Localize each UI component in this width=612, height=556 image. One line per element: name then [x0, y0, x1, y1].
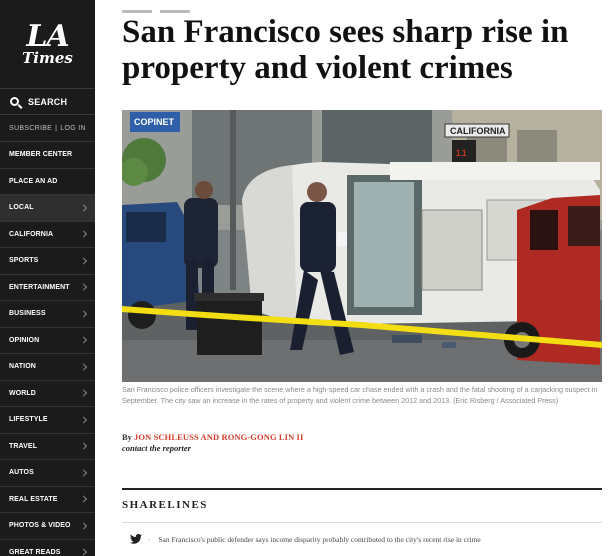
sidebar-item-label: WORLD [9, 389, 36, 397]
sidebar-nav: MEMBER CENTER PLACE AN AD LOCAL CALIFORN… [0, 141, 95, 556]
byline: By JON SCHLEUSS AND RONG-GONG LIN II con… [122, 432, 303, 454]
shareline-divider [122, 522, 602, 523]
sidebar-item-travel[interactable]: TRAVEL [0, 432, 95, 460]
chevron-right-icon [79, 230, 88, 238]
chevron-right-icon [79, 389, 88, 397]
chevron-right-icon [79, 495, 88, 503]
chevron-right-icon [79, 469, 88, 477]
chevron-right-icon [79, 416, 88, 424]
sidebar-item-label: REAL ESTATE [9, 495, 58, 503]
separator: | [55, 124, 58, 132]
byline-authors[interactable]: JON SCHLEUSS AND RONG-GONG LIN II [134, 432, 303, 442]
twitter-icon[interactable] [130, 534, 142, 544]
contact-reporter-link[interactable]: contact the reporter [122, 443, 303, 454]
chevron-right-icon [79, 522, 88, 530]
sidebar-item-label: MEMBER CENTER [9, 151, 73, 159]
sidebar-item-label: CALIFORNIA [9, 230, 54, 238]
sidebar-item-lifestyle[interactable]: LIFESTYLE [0, 406, 95, 433]
chevron-right-icon [79, 257, 88, 265]
sidebar-item-label: LIFESTYLE [9, 416, 48, 424]
sidebar-item-label: SPORTS [9, 257, 39, 265]
crime-scene-photo: COPINET CALIFORNIA 11 [122, 110, 602, 382]
sidebar-item-sports[interactable]: SPORTS [0, 247, 95, 274]
search-label: SEARCH [28, 96, 68, 107]
shareline-item[interactable]: - San Francisco's public defender says i… [130, 534, 600, 544]
subscribe-link[interactable]: SUBSCRIBE [9, 125, 52, 132]
login-link[interactable]: LOG IN [60, 125, 86, 132]
logo-times: Times [22, 49, 73, 68]
account-links: SUBSCRIBE | LOG IN [0, 115, 95, 141]
article-headline: San Francisco sees sharp rise in propert… [122, 14, 569, 86]
sidebar-item-opinion[interactable]: OPINION [0, 326, 95, 354]
chevron-right-icon [79, 336, 88, 344]
sidebar-item-label: PHOTOS & VIDEO [9, 522, 71, 530]
sharelines-divider [122, 488, 602, 490]
sidebar-item-label: BUSINESS [9, 310, 46, 318]
sidebar-item-real-estate[interactable]: REAL ESTATE [0, 485, 95, 513]
photo-caption: San Francisco police officers investigat… [122, 385, 598, 405]
sidebar-item-label: GREAT READS [9, 548, 61, 556]
shareline-dash: - [148, 535, 151, 543]
chevron-right-icon [79, 442, 88, 450]
cut-off-header [122, 0, 262, 13]
sidebar-item-place-an-ad[interactable]: PLACE AN AD [0, 167, 95, 195]
sidebar-item-business[interactable]: BUSINESS [0, 300, 95, 327]
la-times-logo[interactable]: LA Times [0, 0, 95, 88]
sidebar-item-autos[interactable]: AUTOS [0, 459, 95, 486]
chevron-right-icon [79, 204, 88, 212]
chevron-right-icon [79, 283, 88, 291]
sidebar-item-nation[interactable]: NATION [0, 353, 95, 380]
sharelines-heading: SHARELINES [122, 499, 208, 511]
logo-la: LA [26, 18, 69, 54]
sidebar-item-photos-video[interactable]: PHOTOS & VIDEO [0, 512, 95, 539]
svg-text:11: 11 [455, 149, 467, 160]
sidebar-item-label: AUTOS [9, 469, 34, 477]
sidebar-item-label: ENTERTAINMENT [9, 283, 70, 291]
article-photo[interactable]: COPINET CALIFORNIA 11 [122, 110, 602, 382]
sidebar-item-local[interactable]: LOCAL [0, 194, 95, 221]
sidebar-item-great-reads[interactable]: GREAT READS [0, 538, 95, 556]
byline-prefix: By [122, 432, 132, 442]
sidebar-item-world[interactable]: WORLD [0, 379, 95, 407]
sidebar-item-entertainment[interactable]: ENTERTAINMENT [0, 273, 95, 301]
sidebar-item-california[interactable]: CALIFORNIA [0, 220, 95, 248]
search-icon [10, 97, 19, 106]
sidebar: LA Times SEARCH SUBSCRIBE | LOG IN MEMBE… [0, 0, 95, 556]
street-sign: CALIFORNIA [450, 126, 506, 136]
sidebar-item-label: NATION [9, 363, 36, 371]
shareline-text: San Francisco's public defender says inc… [158, 534, 481, 544]
search-button[interactable]: SEARCH [0, 88, 95, 115]
sidebar-item-label: OPINION [9, 336, 40, 344]
chevron-right-icon [79, 363, 88, 371]
sidebar-item-label: TRAVEL [9, 442, 38, 450]
store-sign: COPINET [134, 117, 175, 127]
chevron-right-icon [79, 548, 88, 556]
chevron-right-icon [79, 310, 88, 318]
sidebar-item-member-center[interactable]: MEMBER CENTER [0, 141, 95, 168]
sidebar-item-label: LOCAL [9, 204, 34, 212]
sidebar-item-label: PLACE AN AD [9, 177, 58, 185]
